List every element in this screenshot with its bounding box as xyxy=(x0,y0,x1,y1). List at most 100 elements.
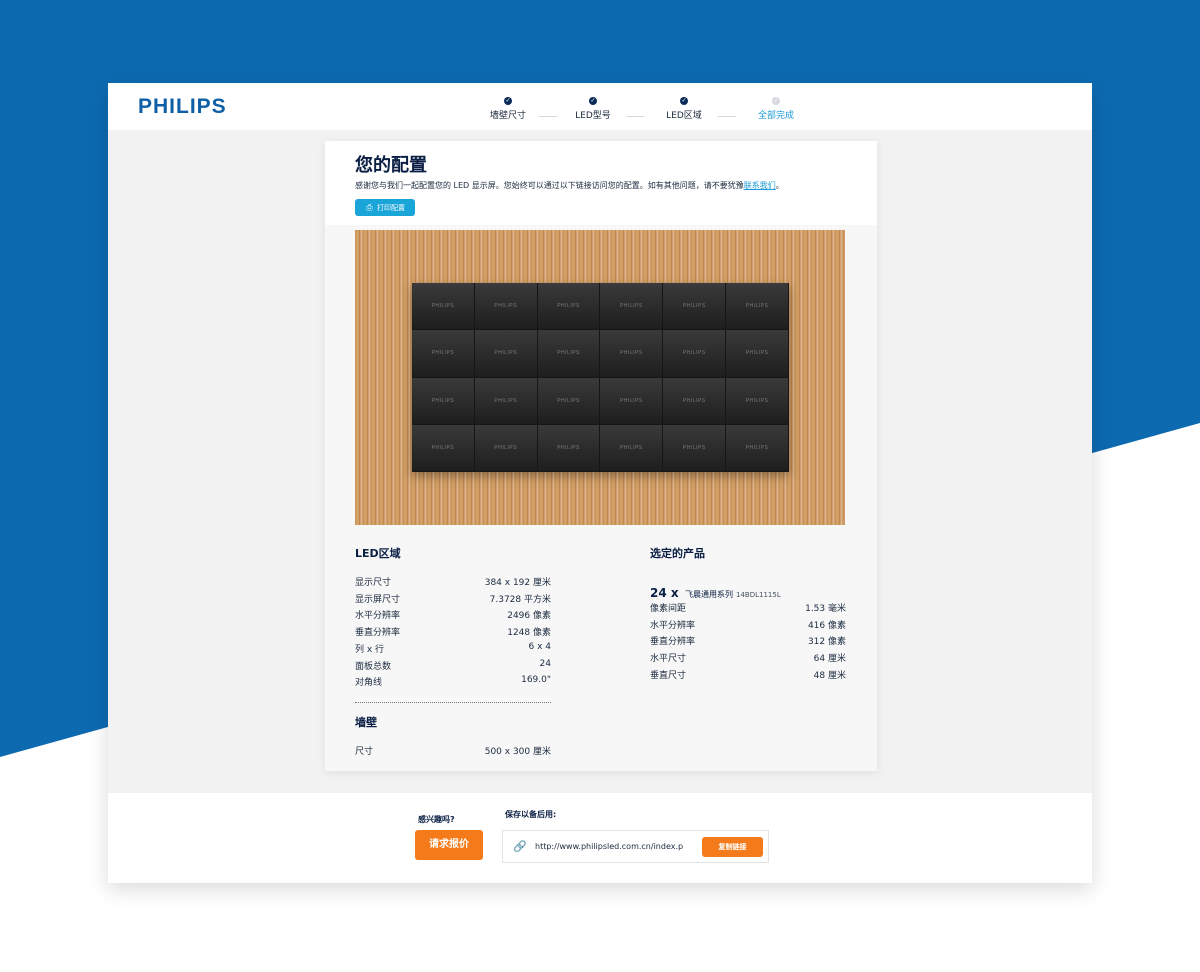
spec-value: 384 x 192 厘米 xyxy=(484,578,551,588)
step-label: LED型号 xyxy=(575,111,611,121)
contact-us-link[interactable]: 联系我们 xyxy=(744,181,776,190)
wall-title: 墙壁 xyxy=(355,716,377,729)
led-panel-tile: PHILIPS xyxy=(600,330,664,378)
check-icon: ✓ xyxy=(589,97,597,105)
step-complete[interactable]: ✓ 全部完成 xyxy=(746,97,806,121)
spec-row: 像素间距 1.53 毫米 xyxy=(650,601,846,614)
led-panel-tile: PHILIPS xyxy=(600,283,664,331)
led-panel-tile: PHILIPS xyxy=(537,283,601,331)
spec-label: 显示屏尺寸 xyxy=(355,594,401,605)
led-panel-tile: PHILIPS xyxy=(663,283,727,331)
spec-row: 水平分辨率 2496 像素 xyxy=(355,608,551,621)
selected-product-title: 选定的产品 xyxy=(650,547,705,560)
spec-row: 垂直尺寸 48 厘米 xyxy=(650,668,846,681)
request-quote-button[interactable]: 请求报价 xyxy=(415,830,483,860)
spec-value: 1248 像素 xyxy=(507,628,551,639)
step-label: LED区域 xyxy=(666,111,702,121)
config-description: 感谢您与我们一起配置您的 LED 显示屏。您始终可以通过以下链接访问您的配置。如… xyxy=(355,181,784,190)
led-panel-tile: PHILIPS xyxy=(412,330,475,378)
step-label: 墙壁尺寸 xyxy=(489,111,526,121)
led-panel-tile: PHILIPS xyxy=(663,377,727,425)
philips-logo[interactable]: PHILIPS xyxy=(138,95,227,119)
step-label: 全部完成 xyxy=(757,111,794,121)
led-panel-tile: PHILIPS xyxy=(412,377,475,425)
print-config-button[interactable]: ⎙ 打印配置 xyxy=(355,199,415,216)
led-panel-tile: PHILIPS xyxy=(474,330,538,378)
spec-value: 7.3728 平方米 xyxy=(489,594,551,605)
section-divider xyxy=(355,702,551,703)
progress-steps: ✓ 墙壁尺寸 ✓ LED型号 ✓ LED区域 ✓ 全部完成 xyxy=(478,97,808,123)
spec-value: 48 厘米 xyxy=(813,670,846,681)
step-divider xyxy=(539,116,557,117)
copy-link-button[interactable]: 复制链接 xyxy=(702,837,763,857)
spec-label: 显示尺寸 xyxy=(355,578,392,588)
led-panel-tile: PHILIPS xyxy=(726,283,789,331)
product-quantity: 24 x xyxy=(650,586,679,600)
check-icon: ✓ xyxy=(680,97,688,105)
spec-label: 垂直尺寸 xyxy=(650,670,687,681)
led-panel-tile: PHILIPS xyxy=(726,377,789,425)
app-window: PHILIPS ✓ 墙壁尺寸 ✓ LED型号 ✓ LED区域 ✓ 全部完成 您的… xyxy=(108,83,1092,883)
led-panel-tile: PHILIPS xyxy=(600,377,664,425)
spec-label: 水平分辨率 xyxy=(650,620,696,631)
top-bar: PHILIPS ✓ 墙壁尺寸 ✓ LED型号 ✓ LED区域 ✓ 全部完成 xyxy=(108,83,1092,130)
spec-value: 169.0" xyxy=(521,675,551,686)
led-panel-tile: PHILIPS xyxy=(537,424,601,472)
page-title: 您的配置 xyxy=(355,155,427,176)
spec-row: 水平尺寸 64 厘米 xyxy=(650,651,846,664)
led-area-title: LED区域 xyxy=(355,547,401,560)
spec-value: 64 厘米 xyxy=(813,654,846,665)
spec-label: 对角线 xyxy=(355,678,383,689)
spec-label: 水平分辨率 xyxy=(355,611,401,622)
configuration-panel: 您的配置 感谢您与我们一起配置您的 LED 显示屏。您始终可以通过以下链接访问您… xyxy=(325,141,877,771)
spec-row: 对角线 169.0" xyxy=(355,675,551,688)
spec-label: 尺寸 xyxy=(355,747,374,757)
led-panel-tile: PHILIPS xyxy=(474,424,538,472)
step-wall-size[interactable]: ✓ 墙壁尺寸 xyxy=(478,97,538,121)
spec-value: 500 x 300 厘米 xyxy=(484,747,551,757)
led-panel-tile: PHILIPS xyxy=(537,330,601,378)
spec-value: 6 x 4 xyxy=(528,641,552,652)
spec-label: 垂直分辨率 xyxy=(650,637,696,648)
product-model: 14BDL1115L xyxy=(736,591,781,599)
spec-label: 像素间距 xyxy=(650,604,687,614)
save-for-later-label: 保存以备后用: xyxy=(505,810,557,819)
check-icon: ✓ xyxy=(772,97,780,105)
spec-value: 24 xyxy=(539,658,551,669)
spec-value: 1.53 毫米 xyxy=(805,604,846,614)
led-panel-tile: PHILIPS xyxy=(726,330,789,378)
spec-row: 垂直分辨率 312 像素 xyxy=(650,634,846,647)
wall-preview: PHILIPS PHILIPS PHILIPS PHILIPS PHILIPS PHILI… xyxy=(355,230,845,525)
footer-bar: 感兴趣吗? 请求报价 保存以备后用: 🔗 http://www.philipsl… xyxy=(108,793,1092,883)
step-led-model[interactable]: ✓ LED型号 xyxy=(563,97,623,121)
step-led-area[interactable]: ✓ LED区域 xyxy=(654,97,714,121)
spec-row: 垂直分辨率 1248 像素 xyxy=(355,625,551,638)
share-link-box: 🔗 http://www.philipsled.com.cn/index.p 复… xyxy=(502,830,769,863)
spec-label: 垂直分辨率 xyxy=(355,628,401,639)
link-icon: 🔗 xyxy=(513,840,527,853)
spec-value: 312 像素 xyxy=(807,637,846,648)
spec-row: 显示尺寸 384 x 192 厘米 xyxy=(355,575,551,588)
step-divider xyxy=(626,116,644,117)
product-name: 飞晨通用系列 14BDL1115L xyxy=(685,590,781,599)
spec-row: 水平分辨率 416 像素 xyxy=(650,618,846,631)
spec-row: 显示屏尺寸 7.3728 平方米 xyxy=(355,592,551,605)
spec-row: 面板总数 24 xyxy=(355,659,551,672)
led-panel-tile: PHILIPS xyxy=(663,330,727,378)
spec-value: 416 像素 xyxy=(807,620,846,631)
spec-label: 水平尺寸 xyxy=(650,654,687,665)
led-panel-tile: PHILIPS xyxy=(537,377,601,425)
interest-label: 感兴趣吗? xyxy=(418,815,455,824)
led-panel-tile: PHILIPS xyxy=(600,424,664,472)
step-divider xyxy=(718,116,736,117)
led-panel-tile: PHILIPS xyxy=(474,283,538,331)
led-panel-tile: PHILIPS xyxy=(412,283,475,331)
check-icon: ✓ xyxy=(504,97,512,105)
spec-row: 列 x 行 6 x 4 xyxy=(355,642,551,655)
led-panel-tile: PHILIPS xyxy=(412,424,475,472)
panel-header: 您的配置 感谢您与我们一起配置您的 LED 显示屏。您始终可以通过以下链接访问您… xyxy=(325,141,877,225)
led-panel-tile: PHILIPS xyxy=(726,424,789,472)
share-url[interactable]: http://www.philipsled.com.cn/index.p xyxy=(535,842,685,851)
spec-label: 面板总数 xyxy=(355,661,392,672)
printer-icon: ⎙ xyxy=(366,203,373,212)
